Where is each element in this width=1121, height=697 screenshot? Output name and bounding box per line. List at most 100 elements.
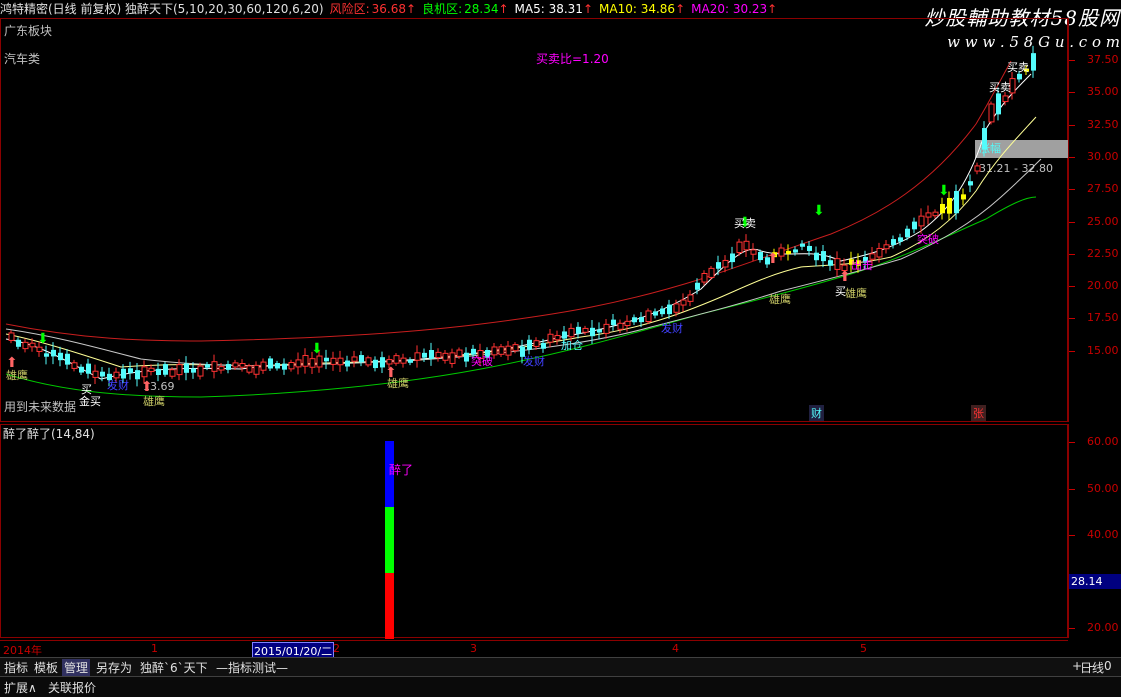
expand-button[interactable]: 扩展∧: [4, 679, 37, 696]
pattern-jinmai: 金买: [79, 394, 101, 408]
price-tick-label: 22.50: [1087, 246, 1119, 260]
indicator-bar-green: [385, 507, 394, 573]
candle-body: [743, 240, 750, 251]
candle-body: [568, 327, 575, 338]
indicator-tick-mark: [1069, 628, 1075, 629]
zoom-out-button[interactable]: -: [1089, 659, 1093, 673]
price-tick-mark: [1069, 156, 1075, 158]
indicator-panel[interactable]: 醉了醉了(14,84) 醉了: [0, 424, 1068, 639]
candle-body: [947, 197, 952, 214]
opportunity-arrow-icon: ↑: [498, 2, 509, 16]
tab-template[interactable]: 模板: [32, 659, 60, 676]
candle-body: [1017, 73, 1022, 80]
indicator-toolbar: 指标 模板 管理 另存为 独醉`6`天下 —指标测试— 日线 +: [0, 657, 1121, 676]
stock-title: 鸿特精密(日线 前复权) 独醉天下(5,10,20,30,60,120,6,20…: [0, 2, 324, 16]
candle-body: [498, 346, 505, 355]
candle-body: [79, 366, 84, 373]
risk-value: 36.68: [371, 2, 406, 16]
candle-body: [750, 249, 757, 255]
price-tick-label: 20.00: [1087, 279, 1119, 293]
indicator-tick-label: 40.00: [1087, 528, 1119, 541]
date-label-jan: 1: [151, 642, 158, 655]
price-tick-mark: [1069, 286, 1075, 288]
ma5-arrow-icon: ↑: [582, 2, 594, 16]
candle-body: [876, 247, 883, 258]
pattern-maisell: 买卖: [734, 217, 756, 230]
candle-body: [148, 367, 155, 372]
candle-body: [547, 333, 554, 343]
pattern-tupo-2: 突破: [917, 232, 939, 246]
indicator-bar-red: [385, 573, 394, 639]
candle-body: [260, 361, 267, 371]
pattern-xiongying-4: 雄鹰: [769, 292, 791, 306]
candle-body: [288, 361, 295, 370]
pattern-jiacang: 加仓: [561, 338, 583, 352]
candle-body: [268, 358, 273, 369]
candle-body: [275, 363, 280, 369]
down-arrow-icon: ⬇: [938, 183, 950, 199]
candle-body: [954, 191, 959, 214]
pattern-maisell-3: 买卖: [1007, 61, 1029, 74]
pattern-maisell-2: 买卖: [989, 81, 1011, 94]
candle-body: [29, 342, 36, 348]
date-label-may: 5: [860, 642, 867, 655]
opportunity-label: 良机区:: [422, 2, 463, 16]
pattern-chumai: 出击: [851, 258, 873, 272]
candle-body: [533, 340, 540, 347]
tab-indicator-test[interactable]: —指标测试—: [214, 659, 290, 676]
candle-body: [562, 331, 567, 339]
candle-body: [205, 364, 210, 368]
ma10-arrow-icon: ↑: [675, 2, 686, 16]
candle-body: [163, 364, 168, 375]
date-label-apr: 4: [672, 642, 679, 655]
candle-body: [974, 165, 981, 172]
pattern-fucai-2: 发财: [523, 354, 545, 368]
candle-body: [16, 339, 21, 347]
candle-body: [176, 364, 183, 376]
candle-body: [505, 345, 512, 356]
candle-body: [442, 352, 449, 361]
candle-body: [701, 272, 708, 283]
candle-body: [435, 351, 442, 359]
candle-body: [828, 260, 833, 266]
candle-body: [940, 203, 945, 214]
candle-body: [736, 241, 743, 254]
candle-body: [113, 371, 120, 379]
tab-manage[interactable]: 管理: [62, 659, 91, 676]
price-tick-mark: [1069, 350, 1075, 352]
candle-body: [673, 303, 680, 313]
candle-body: [1031, 53, 1036, 71]
zoom-reset-button[interactable]: 0: [1104, 659, 1112, 673]
ma5-value: MA5: 38.31: [514, 2, 583, 16]
candle-body: [65, 353, 70, 365]
pattern-xiongying: 雄鹰: [6, 368, 28, 382]
candle-body: [226, 364, 231, 370]
candle-body: [1002, 95, 1009, 103]
candle-body: [603, 323, 610, 334]
zoom-in-button[interactable]: +: [1072, 659, 1082, 673]
price-chart-panel[interactable]: 广东板块 汽车类 买卖比=1.20 用到未来数据 13.69 涨幅 31.21 …: [0, 18, 1069, 422]
tab-indicator[interactable]: 指标: [2, 659, 30, 676]
tab-dz-tianxia[interactable]: 独醉`6`天下: [138, 659, 210, 676]
indicator-tick-label: 20.00: [1087, 621, 1119, 634]
candle-body: [660, 308, 665, 315]
candle-body: [554, 335, 561, 341]
candle-body: [386, 359, 393, 365]
candle-body: [324, 357, 329, 362]
candle-body: [197, 365, 204, 377]
candle-body: [22, 341, 29, 350]
candle-body: [695, 282, 700, 290]
ma10-line: [5, 116, 1037, 368]
candle-body: [128, 368, 133, 374]
indicator-current-value: 28.14: [1069, 574, 1121, 589]
candle-body: [316, 355, 323, 368]
pattern-fucai-3: 发财: [661, 321, 683, 335]
candle-body: [891, 239, 896, 245]
tab-save-as[interactable]: 另存为: [94, 659, 134, 676]
candle-body: [58, 352, 63, 361]
price-tick-mark: [1069, 124, 1075, 126]
status-bar: 扩展∧ 关联报价 + - 0: [0, 659, 1121, 697]
price-tick-mark: [1069, 221, 1075, 223]
down-arrow-icon: ⬇: [37, 331, 49, 347]
related-quotes-button[interactable]: 关联报价: [48, 679, 96, 696]
